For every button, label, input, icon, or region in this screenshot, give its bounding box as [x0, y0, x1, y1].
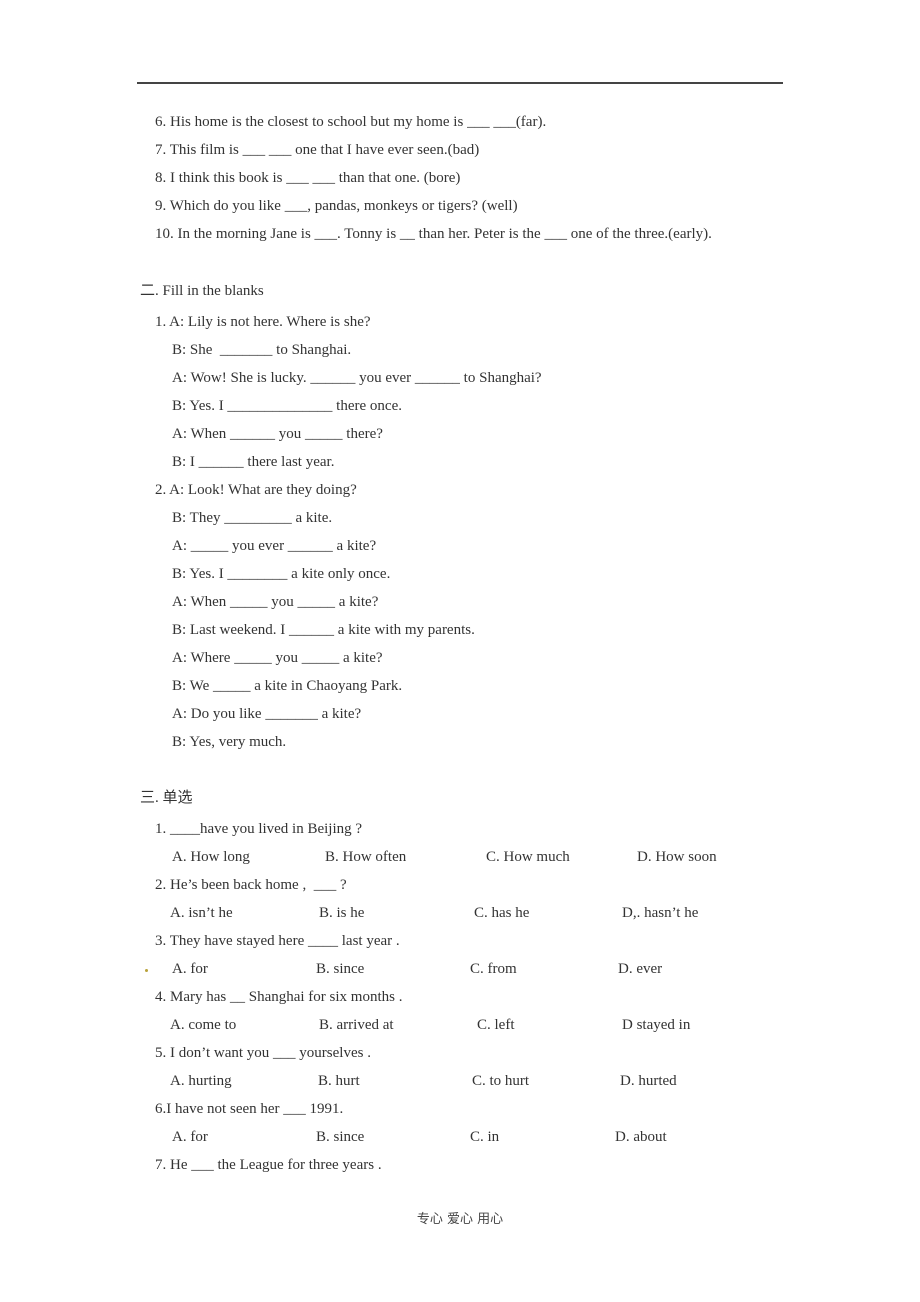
dialogue-line: A: When _____ you _____ a kite? — [172, 594, 379, 610]
dialogue-line: A: Wow! She is lucky. ______ you ever __… — [172, 370, 542, 386]
option-b: B. How often — [325, 849, 407, 865]
question-text: 1. ____have you lived in Beijing ? — [155, 821, 363, 837]
option-d: D. hurted — [620, 1073, 677, 1089]
dialogue-line: A: When ______ you _____ there? — [172, 426, 383, 442]
section-heading: 二. Fill in the blanks — [140, 283, 264, 299]
question-text: 7. He ___ the League for three years . — [155, 1157, 382, 1173]
dialogue-line: 2. A: Look! What are they doing? — [155, 482, 357, 498]
option-c: C. in — [470, 1129, 500, 1145]
question-text: 2. He’s been back home , ___ ? — [155, 877, 347, 893]
section-heading: 三. 单选 — [140, 790, 193, 806]
option-a: A. for — [172, 961, 208, 977]
option-d: D. ever — [618, 961, 663, 977]
dialogue-line: B: We _____ a kite in Chaoyang Park. — [172, 678, 403, 694]
option-a: A. for — [172, 1129, 208, 1145]
dialogue-line: B: Yes. I ________ a kite only once. — [172, 566, 391, 582]
dialogue-line: A: Where _____ you _____ a kite? — [172, 650, 383, 666]
dialogue-line: B: Yes, very much. — [172, 734, 287, 750]
exercise-line: 8. I think this book is ___ ___ than tha… — [155, 170, 461, 186]
option-d: D. How soon — [637, 849, 717, 865]
option-c: C. to hurt — [472, 1073, 530, 1089]
exercise-line: 10. In the morning Jane is ___. Tonny is… — [155, 226, 712, 242]
option-a: A. isn’t he — [170, 905, 233, 921]
option-b: B. arrived at — [319, 1017, 394, 1033]
dialogue-line: 1. A: Lily is not here. Where is she? — [155, 314, 371, 330]
option-a: A. come to — [170, 1017, 237, 1033]
option-b: B. since — [316, 961, 365, 977]
dialogue-line: A: Do you like _______ a kite? — [172, 706, 362, 722]
option-a: A. How long — [172, 849, 250, 865]
option-b: B. since — [316, 1129, 365, 1145]
question-text: 3. They have stayed here ____ last year … — [155, 933, 400, 949]
dialogue-line: B: They _________ a kite. — [172, 510, 333, 526]
exercise-line: 6. His home is the closest to school but… — [155, 114, 547, 130]
question-text: 6.I have not seen her ___ 1991. — [155, 1101, 344, 1117]
option-a: A. hurting — [170, 1073, 232, 1089]
header-rule — [137, 82, 783, 84]
page-footer: 专心 爱心 用心 — [416, 1212, 504, 1227]
option-b: B. is he — [319, 905, 365, 921]
option-c: C. left — [477, 1017, 515, 1033]
dialogue-line: B: Yes. I ______________ there once. — [172, 398, 402, 414]
exercise-line: 9. Which do you like ___, pandas, monkey… — [155, 198, 518, 214]
question-text: 5. I don’t want you ___ yourselves . — [155, 1045, 371, 1061]
option-d: D. about — [615, 1129, 667, 1145]
stray-mark — [145, 969, 148, 972]
option-c: C. has he — [474, 905, 530, 921]
question-text: 4. Mary has __ Shanghai for six months . — [155, 989, 403, 1005]
option-c: C. How much — [486, 849, 570, 865]
exercise-line: 7. This film is ___ ___ one that I have … — [155, 142, 480, 158]
dialogue-line: B: She _______ to Shanghai. — [172, 342, 352, 358]
dialogue-line: B: I ______ there last year. — [172, 454, 335, 470]
option-d: D,. hasn’t he — [622, 905, 699, 921]
option-b: B. hurt — [318, 1073, 360, 1089]
option-c: C. from — [470, 961, 517, 977]
option-d: D stayed in — [622, 1017, 691, 1033]
dialogue-line: B: Last weekend. I ______ a kite with my… — [172, 622, 475, 638]
dialogue-line: A: _____ you ever ______ a kite? — [172, 538, 377, 554]
